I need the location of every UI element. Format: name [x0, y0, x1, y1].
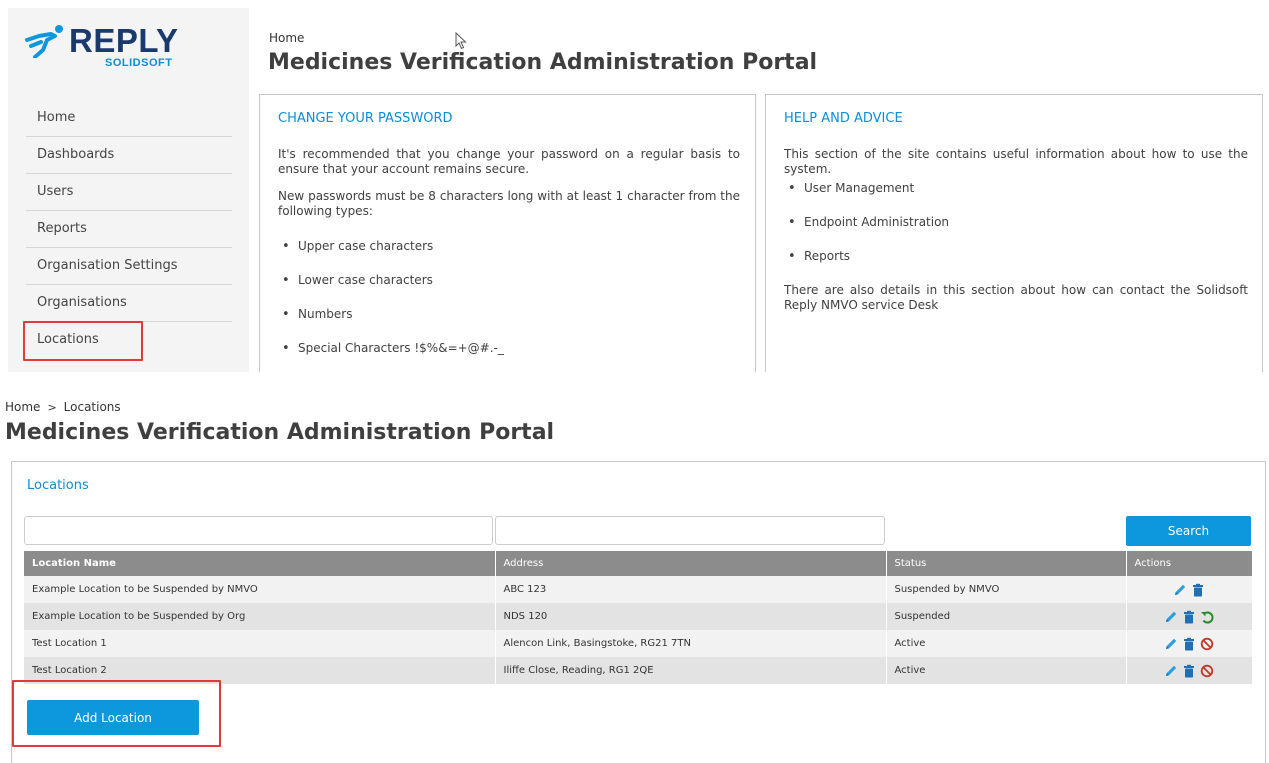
list-item: Lower case characters	[278, 273, 504, 307]
help-topic-endpoint-administration[interactable]: Endpoint Administration	[784, 215, 949, 249]
cell-location-name: Test Location 1	[24, 630, 496, 657]
password-intro-text: It's recommended that you change your pa…	[278, 147, 740, 176]
ban-icon[interactable]	[1200, 637, 1214, 651]
location-name-filter-input[interactable]	[24, 516, 493, 545]
cell-address: Alencon Link, Basingstoke, RG21 7TN	[495, 630, 887, 657]
help-advice-title[interactable]: HELP AND ADVICE	[784, 111, 903, 126]
trash-icon[interactable]	[1191, 583, 1205, 597]
ban-icon[interactable]	[1200, 664, 1214, 678]
help-intro-text: This section of the site contains useful…	[784, 147, 1248, 176]
breadcrumb: Home > Locations	[5, 400, 121, 414]
trash-icon[interactable]	[1182, 610, 1196, 624]
home-screen: REPLY SOLIDSOFT Home Dashboards Users Re…	[0, 0, 1269, 372]
pencil-icon[interactable]	[1173, 583, 1187, 597]
sidebar-item-reports[interactable]: Reports	[26, 211, 232, 248]
password-rules-text: New passwords must be 8 characters long …	[278, 189, 740, 218]
cell-actions	[1126, 603, 1253, 630]
cell-location-name: Example Location to be Suspended by NMVO	[24, 576, 496, 603]
help-advice-card: HELP AND ADVICE This section of the site…	[765, 94, 1263, 372]
help-topic-reports[interactable]: Reports	[784, 249, 949, 283]
locations-panel-title: Locations	[27, 478, 89, 493]
list-item: Special Characters !$%&=+@#.-_	[278, 341, 504, 372]
cell-status: Active	[886, 657, 1127, 684]
help-topics-list: User Management Endpoint Administration …	[784, 181, 949, 283]
cell-actions	[1126, 576, 1253, 603]
breadcrumb[interactable]: Home	[269, 31, 304, 45]
table-row[interactable]: Test Location 1 Alencon Link, Basingstok…	[24, 630, 1253, 657]
page-title: Medicines Verification Administration Po…	[268, 50, 818, 75]
list-item: Upper case characters	[278, 239, 504, 273]
sidebar-item-home[interactable]: Home	[26, 100, 232, 137]
cell-status: Active	[886, 630, 1127, 657]
mouse-cursor-icon	[455, 32, 467, 50]
table-row[interactable]: Example Location to be Suspended by NMVO…	[24, 576, 1253, 603]
sidebar-item-users[interactable]: Users	[26, 174, 232, 211]
add-location-highlight-box	[12, 680, 221, 747]
breadcrumb-current: Locations	[63, 400, 121, 414]
change-password-card: CHANGE YOUR PASSWORD It's recommended th…	[259, 94, 756, 372]
cell-actions	[1126, 657, 1253, 684]
cell-actions	[1126, 630, 1253, 657]
trash-icon[interactable]	[1182, 637, 1196, 651]
brand-subname: SOLIDSOFT	[105, 57, 173, 69]
column-header-status[interactable]: Status	[886, 551, 1127, 576]
breadcrumb-home[interactable]: Home	[5, 400, 40, 414]
brand-name: REPLY	[69, 22, 179, 59]
sidebar-item-organisations[interactable]: Organisations	[26, 285, 232, 322]
password-types-list: Upper case characters Lower case charact…	[278, 239, 504, 372]
column-header-actions: Actions	[1126, 551, 1253, 576]
locations-highlight-box	[23, 321, 143, 361]
table-row[interactable]: Example Location to be Suspended by Org …	[24, 603, 1253, 630]
cell-address: ABC 123	[495, 576, 887, 603]
column-header-location-name[interactable]: Location Name	[24, 551, 496, 576]
pencil-icon[interactable]	[1164, 664, 1178, 678]
cell-location-name: Example Location to be Suspended by Org	[24, 603, 496, 630]
address-filter-input[interactable]	[495, 516, 885, 545]
sidebar-item-dashboards[interactable]: Dashboards	[26, 137, 232, 174]
brand-logo[interactable]: REPLY SOLIDSOFT	[25, 22, 195, 72]
trash-icon[interactable]	[1182, 664, 1196, 678]
pencil-icon[interactable]	[1164, 610, 1178, 624]
cell-address: NDS 120	[495, 603, 887, 630]
help-topic-user-management[interactable]: User Management	[784, 181, 949, 215]
cell-status: Suspended	[886, 603, 1127, 630]
sidebar-item-organisation-settings[interactable]: Organisation Settings	[26, 248, 232, 285]
pencil-icon[interactable]	[1164, 637, 1178, 651]
search-button[interactable]: Search	[1126, 516, 1251, 546]
breadcrumb-separator: >	[47, 401, 57, 414]
change-password-title[interactable]: CHANGE YOUR PASSWORD	[278, 111, 453, 126]
column-header-address[interactable]: Address	[495, 551, 887, 576]
table-header-row: Location Name Address Status Actions	[24, 551, 1253, 576]
undo-icon[interactable]	[1200, 610, 1214, 624]
list-item: Numbers	[278, 307, 504, 341]
page-title: Medicines Verification Administration Po…	[5, 420, 555, 445]
locations-table: Location Name Address Status Actions Exa…	[24, 551, 1253, 684]
help-outro-text: There are also details in this section a…	[784, 283, 1248, 312]
cell-status: Suspended by NMVO	[886, 576, 1127, 603]
cell-address: Iliffe Close, Reading, RG1 2QE	[495, 657, 887, 684]
runner-icon	[25, 25, 63, 58]
